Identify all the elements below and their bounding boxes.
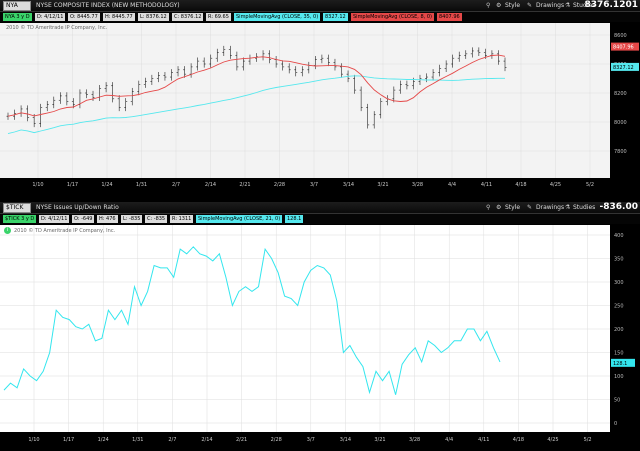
upper-date-label: 4/11 [481, 182, 492, 188]
upper-price-label: 8200 [614, 91, 627, 97]
upper-date-label: 1/31 [136, 182, 147, 188]
upper-date-label: 1/24 [101, 182, 112, 188]
upper-date-label: 2/7 [172, 182, 180, 188]
upper-title-bar: NYA NYSE COMPOSITE INDEX (NEW METHODOLOG… [0, 0, 640, 12]
upper-date-label: 4/4 [448, 182, 456, 188]
upper-study-item: H: 8445.77 [103, 13, 135, 21]
upper-study-item: 8327.12 [323, 13, 348, 21]
lower-value-label: 350 [614, 257, 624, 263]
lower-date-label: 2/21 [236, 437, 247, 443]
lower-date-label: 4/18 [513, 437, 524, 443]
lower-date-label: 4/11 [478, 437, 489, 443]
upper-date-label: 2/28 [274, 182, 285, 188]
upper-date-label: 3/7 [310, 182, 318, 188]
lower-date-label: 5/2 [584, 437, 592, 443]
upper-study-item: D: 4/12/11 [35, 13, 66, 21]
beaker-icon[interactable]: ⚗ [565, 203, 570, 212]
lower-value-tag-text: 128.1 [613, 361, 627, 367]
gear-icon[interactable]: ⚙ [496, 1, 501, 10]
lower-study-item: O: -649 [72, 215, 95, 223]
lower-date-label: 3/14 [340, 437, 351, 443]
upper-date-label: 4/18 [515, 182, 526, 188]
upper-date-label: 4/25 [550, 182, 561, 188]
upper-watermark: 2010 © TD Ameritrade IP Company, Inc. [6, 25, 108, 31]
upper-sma-fast-tag-text: 8407.96 [613, 45, 634, 51]
upper-last-price: 8376.1201 [584, 0, 638, 10]
lower-value-label: 100 [614, 374, 624, 380]
upper-date-label: 1/10 [32, 182, 43, 188]
lower-date-label: 4/4 [445, 437, 453, 443]
lower-study-bar: $TICK 3 y D D: 4/12/11 O: -649 H: 476 L: -83… [0, 214, 640, 224]
upper-price-label: 7800 [614, 149, 627, 155]
upper-date-label: 3/14 [343, 182, 354, 188]
upper-symbol-field[interactable]: NYA [3, 1, 31, 11]
gear-icon[interactable]: ⚙ [496, 203, 501, 212]
upper-price-label: 8600 [614, 33, 627, 39]
upper-study-item[interactable]: NYA 3 y D [3, 13, 32, 21]
lower-date-label: 1/31 [132, 437, 143, 443]
upper-study-item: O: 8445.77 [68, 13, 100, 21]
upper-sma-slow-tag-text: 8327.12 [613, 65, 634, 71]
upper-description: NYSE COMPOSITE INDEX (NEW METHODOLOGY) [36, 2, 180, 9]
lower-last-price: -836.00 [599, 202, 638, 212]
beaker-icon[interactable]: ⚗ [565, 1, 570, 10]
lower-value-label: 250 [614, 304, 624, 310]
upper-study-item: C: 8376.12 [172, 13, 204, 21]
lower-date-label: 1/24 [98, 437, 109, 443]
lower-date-label: 3/28 [409, 437, 420, 443]
lower-date-label: 2/7 [168, 437, 176, 443]
lower-study-item: 128.1 [285, 215, 304, 223]
upper-price-chart[interactable]: 860084008200800078001/101/171/241/312/72… [0, 23, 640, 200]
lower-date-label: 1/17 [63, 437, 74, 443]
lower-title-bar: $TICK NYSE Issues Up/Down Ratio ⚲ ⚙ Styl… [0, 202, 640, 214]
lower-style-button[interactable]: Style [505, 203, 520, 212]
upper-date-label: 3/21 [377, 182, 388, 188]
lower-study-item: D: 4/12/11 [39, 215, 70, 223]
lower-description: NYSE Issues Up/Down Ratio [36, 204, 119, 211]
upper-study-item: L: 8376.12 [138, 13, 169, 21]
lower-value-label: 50 [614, 398, 620, 404]
upper-drawings-button[interactable]: Drawings [536, 1, 564, 10]
upper-plot-area [0, 23, 610, 178]
lower-drawings-button[interactable]: Drawings [536, 203, 564, 212]
upper-date-label: 2/21 [239, 182, 250, 188]
pencil-icon[interactable]: ✎ [527, 1, 532, 10]
upper-date-label: 5/2 [586, 182, 594, 188]
lower-value-label: 300 [614, 280, 624, 286]
lower-value-label: 400 [614, 233, 624, 239]
lower-study-item: SimpleMovingAvg (CLOSE, 21, 0) [196, 215, 283, 223]
lower-study-item: R: 1311 [170, 215, 194, 223]
pencil-icon[interactable]: ✎ [527, 203, 532, 212]
upper-study-item: R: 69.65 [206, 13, 231, 21]
upper-study-bar: NYA 3 y D D: 4/12/11 O: 8445.77 H: 8445.77 L… [0, 12, 640, 22]
lower-study-item[interactable]: $TICK 3 y D [3, 215, 37, 223]
lower-date-label: 1/10 [28, 437, 39, 443]
lower-watermark: 2010 © TD Ameritrade IP Company, Inc. [14, 228, 116, 234]
info-icon[interactable]: i [4, 227, 11, 234]
lower-tick-chart[interactable]: 400 350 300 250 200 150 100 50 0 1/10 1/17 1/24 1/31… [0, 225, 640, 451]
lower-date-label: 3/7 [307, 437, 315, 443]
lower-symbol-field[interactable]: $TICK [3, 203, 31, 213]
upper-study-item: SimpleMovingAvg (CLOSE, 35, 0) [234, 13, 321, 21]
upper-date-label: 1/17 [67, 182, 78, 188]
lower-value-label: 0 [614, 421, 617, 427]
upper-date-label: 2/14 [205, 182, 216, 188]
lower-date-label: 2/14 [201, 437, 212, 443]
lower-study-item: L: -835 [121, 215, 143, 223]
upper-date-label: 3/28 [412, 182, 423, 188]
lower-date-label: 4/25 [547, 437, 558, 443]
link-icon[interactable]: ⚲ [486, 203, 490, 212]
link-icon[interactable]: ⚲ [486, 1, 490, 10]
upper-price-label: 8000 [614, 120, 627, 126]
lower-study-item: H: 476 [97, 215, 118, 223]
upper-study-item: 8407.96 [437, 13, 462, 21]
upper-study-item: SimpleMovingAvg (CLOSE, 8, 0) [351, 13, 434, 21]
lower-study-item: C: -835 [145, 215, 168, 223]
lower-date-label: 3/21 [374, 437, 385, 443]
lower-date-label: 2/28 [271, 437, 282, 443]
lower-studies-button[interactable]: Studies [573, 203, 595, 212]
upper-style-button[interactable]: Style [505, 1, 520, 10]
lower-value-label: 150 [614, 351, 624, 357]
lower-value-label: 200 [614, 327, 624, 333]
